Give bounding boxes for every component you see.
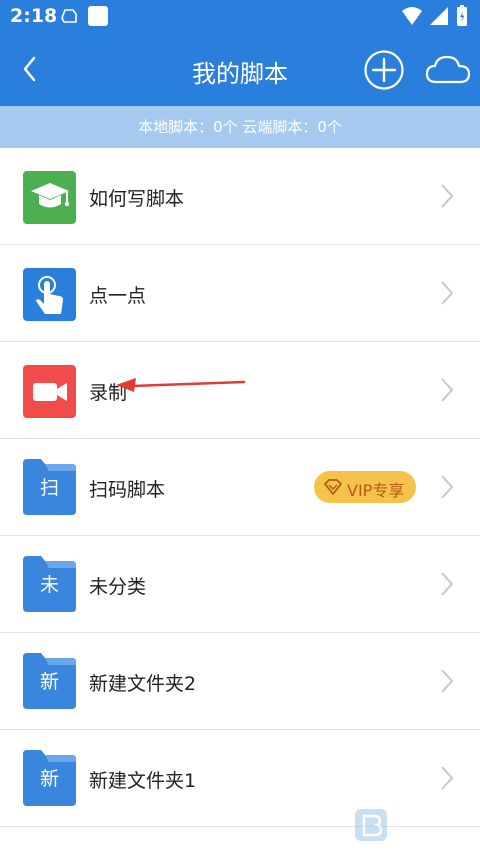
chevron-right-icon	[441, 572, 454, 596]
battery-icon	[457, 5, 467, 26]
chevron-right-icon	[441, 475, 454, 499]
list-item-label: 如何写脚本	[89, 188, 185, 210]
annotation-arrow	[116, 378, 246, 392]
list-item-label: 新建文件夹1	[89, 770, 197, 792]
page-title: 我的脚本	[192, 60, 288, 88]
chevron-right-icon	[441, 766, 454, 790]
watermark-icon	[355, 809, 387, 841]
list-item-tap[interactable]: 点一点	[0, 245, 480, 342]
folder-letter: 扫	[39, 477, 59, 499]
vip-badge-label: VIP专享	[347, 481, 405, 500]
folder-icon: 新	[23, 750, 76, 806]
list-item-how-to-write-script[interactable]: 如何写脚本	[0, 148, 480, 245]
wifi-icon	[402, 7, 422, 25]
list-item-label: 新建文件夹2	[89, 673, 197, 695]
notification-square-icon	[88, 6, 108, 26]
folder-icon: 未	[23, 556, 76, 612]
watermark-logo	[354, 808, 474, 844]
diamond-icon	[324, 479, 342, 495]
chevron-right-icon	[441, 281, 454, 305]
folder-icon: 扫	[23, 459, 76, 515]
signal-icon	[430, 7, 448, 25]
script-list: 如何写脚本 点一点 录制 扫 扫码脚本 VIP专享 未 未分类 新 新建文件夹2…	[0, 148, 480, 827]
clipboard-icon	[61, 9, 77, 23]
script-count-summary: 本地脚本：0个 云端脚本：0个	[0, 106, 480, 148]
status-time: 2:18	[10, 5, 58, 27]
list-item-label: 未分类	[89, 576, 147, 598]
folder-icon: 新	[23, 653, 76, 709]
cloud-icon[interactable]	[424, 50, 472, 90]
list-item-new-folder-2[interactable]: 新 新建文件夹2	[0, 633, 480, 730]
list-item-label: 点一点	[89, 285, 147, 307]
tap-hand-icon	[23, 268, 76, 321]
vip-badge[interactable]: VIP专享	[314, 471, 416, 503]
list-item-label: 扫码脚本	[89, 479, 166, 501]
app-header: 我的脚本	[0, 34, 480, 106]
chevron-right-icon	[441, 184, 454, 208]
list-item-scan-script[interactable]: 扫 扫码脚本 VIP专享	[0, 439, 480, 536]
chevron-right-icon	[441, 378, 454, 402]
folder-letter: 新	[39, 768, 59, 790]
add-icon[interactable]	[363, 49, 405, 91]
status-bar: 2:18	[0, 0, 480, 34]
chevron-right-icon	[441, 669, 454, 693]
graduation-cap-icon	[23, 171, 76, 224]
folder-letter: 未	[39, 574, 59, 596]
video-camera-icon	[23, 365, 76, 418]
list-item-uncategorized[interactable]: 未 未分类	[0, 536, 480, 633]
status-indicators	[402, 5, 467, 26]
folder-letter: 新	[39, 671, 59, 693]
